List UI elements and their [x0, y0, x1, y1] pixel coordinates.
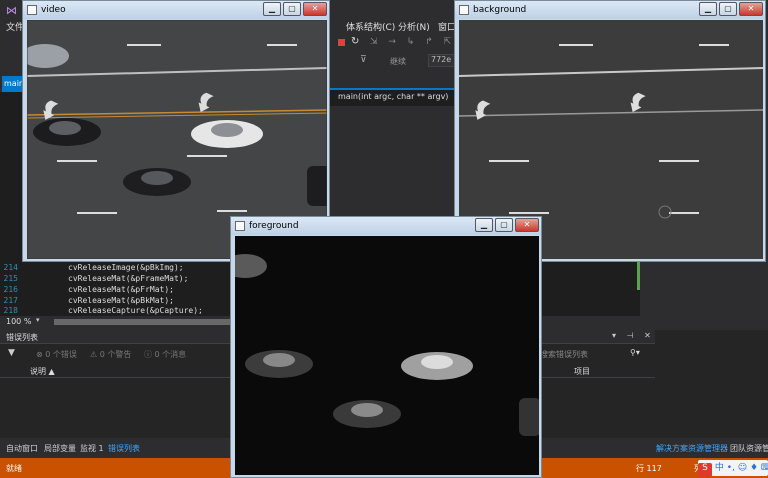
search-icon[interactable]: ⚲▾ — [630, 348, 640, 357]
minimize-button[interactable]: ▁ — [475, 218, 493, 232]
code-line: cvReleaseMat(&pFrMat); — [68, 285, 174, 294]
window-title: background — [473, 5, 527, 15]
column-description[interactable]: 说明 ▲ — [30, 366, 55, 377]
warning-filter-button[interactable]: ⚠ 0 个警告 — [90, 349, 131, 360]
warning-count: 0 个警告 — [99, 350, 132, 359]
window-icon — [459, 5, 469, 15]
code-line: cvReleaseImage(&pBkImg); — [68, 263, 184, 272]
tab-autos[interactable]: 自动窗口 — [6, 443, 38, 454]
foreground-frame — [235, 236, 539, 475]
step-icons[interactable]: ⇲ → ↳ ↱ ⇱ — [370, 37, 455, 47]
foreground-window[interactable]: foreground ▁ ▢ ✕ — [230, 216, 542, 478]
window-title: foreground — [249, 221, 299, 231]
code-line: cvReleaseMat(&pFrameMat); — [68, 274, 189, 283]
menu-architecture[interactable]: 体系结构(C) — [346, 20, 395, 33]
close-button[interactable]: ✕ — [303, 2, 327, 16]
line-number: 218 — [3, 306, 18, 315]
restart-icon[interactable]: ↻ — [351, 36, 359, 47]
line-number: 214 — [3, 263, 18, 272]
right-panel — [655, 330, 768, 438]
maximize-button[interactable]: ▢ — [495, 218, 513, 232]
error-icon: ⊗ — [36, 350, 46, 359]
code-line: cvReleaseMat(&pBkMat); — [68, 296, 174, 305]
window-titlebar[interactable]: foreground ▁ ▢ ✕ — [231, 217, 541, 235]
tab-main[interactable]: main — [2, 76, 24, 92]
function-signature: main(int argc, char ** argv) — [338, 92, 449, 101]
search-input[interactable]: 搜索错误列表 — [540, 349, 588, 360]
thread-toolbar: ⊽ 继续 772e — [330, 52, 460, 70]
error-filter-button[interactable]: ⊗ 0 个错误 — [36, 349, 77, 360]
column-project[interactable]: 项目 — [574, 366, 590, 377]
stop-icon[interactable] — [338, 39, 345, 46]
minimize-button[interactable]: ▁ — [263, 2, 281, 16]
tab-team-explorer[interactable]: 团队资源管 — [730, 443, 768, 454]
horizontal-scrollbar[interactable] — [54, 319, 234, 325]
left-code-strip — [0, 92, 24, 258]
tab-solution-explorer[interactable]: 解决方案资源管理器 — [656, 443, 728, 454]
window-icon — [235, 221, 245, 231]
maximize-button[interactable]: ▢ — [719, 2, 737, 16]
thread-label: 继续 — [390, 57, 406, 66]
foreground-mask — [235, 236, 539, 475]
window-title: video — [41, 5, 66, 15]
function-navigator[interactable]: main(int argc, char ** argv) — [330, 88, 455, 106]
panel-controls[interactable]: ▾ ⊣ ✕ — [612, 331, 655, 340]
status-line: 行 117 — [636, 464, 662, 473]
close-button[interactable]: ✕ — [739, 2, 763, 16]
window-icon — [27, 5, 37, 15]
window-titlebar[interactable]: background ▁ ▢ ✕ — [455, 1, 765, 19]
zoom-level[interactable]: 100 % — [6, 317, 31, 326]
change-bar — [637, 260, 640, 290]
chevron-down-icon[interactable]: ▾ — [36, 316, 40, 324]
line-number: 217 — [3, 296, 18, 305]
tab-locals[interactable]: 局部变量 — [44, 443, 76, 454]
line-number: 215 — [3, 274, 18, 283]
sogou-ime-icon[interactable]: S — [698, 463, 712, 477]
code-line: cvReleaseCapture(&pCapture); — [68, 306, 203, 315]
message-count: 0 个消息 — [154, 350, 187, 359]
close-button[interactable]: ✕ — [515, 218, 539, 232]
warning-icon: ⚠ — [90, 350, 100, 359]
minimize-button[interactable]: ▁ — [699, 2, 717, 16]
info-icon: ⓘ — [144, 350, 155, 359]
filter-icon[interactable]: ▼ — [8, 348, 15, 358]
line-number: 216 — [3, 285, 18, 294]
tab-error-list[interactable]: 错误列表 — [108, 443, 140, 454]
vs-logo-icon: ⋈ — [6, 4, 17, 17]
search-error-list[interactable]: 搜索错误列表 ⚲▾ — [540, 348, 650, 360]
message-filter-button[interactable]: ⓘ 0 个消息 — [144, 349, 186, 360]
filter-icon[interactable]: ⊽ — [360, 55, 367, 65]
menu-analyze[interactable]: 分析(N) — [398, 20, 430, 33]
ime-toolbar[interactable]: S 中 •, ☺ ♦ ⌨ — [698, 460, 768, 477]
tab-watch[interactable]: 监视 1 — [80, 443, 104, 454]
window-titlebar[interactable]: video ▁ ▢ ✕ — [23, 1, 329, 19]
error-list-title: 错误列表 — [6, 333, 38, 342]
status-text: 就绪 — [6, 464, 22, 473]
error-count: 0 个错误 — [45, 350, 77, 359]
maximize-button[interactable]: ▢ — [283, 2, 301, 16]
debug-toolbar: ↻ ⇲ → ↳ ↱ ⇱ — [330, 36, 460, 52]
